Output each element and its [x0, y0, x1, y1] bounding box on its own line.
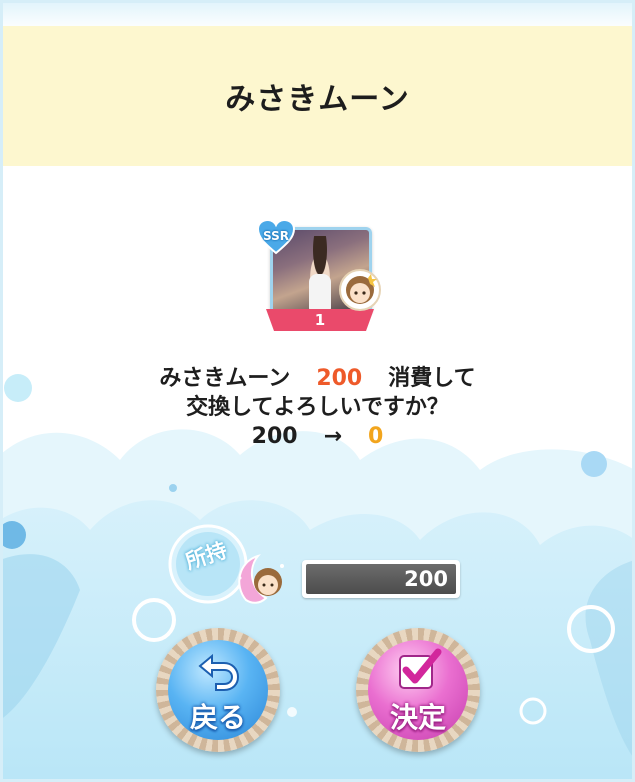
owned-amount-background: 200 — [306, 564, 456, 594]
confirmation-message: みさきムーン 200 消費して 交換してよろしいですか？ 200 → 0 — [0, 364, 635, 451]
checkbox-icon — [399, 648, 442, 689]
return-arrow-icon — [198, 653, 240, 691]
chibi-character-icon — [338, 268, 382, 312]
message-item-name: みさきムーン — [159, 366, 291, 391]
message-after-value: 0 — [368, 424, 384, 449]
bubble — [581, 451, 607, 477]
back-button-label: 戻る — [189, 701, 246, 734]
confirm-button[interactable]: 決定 — [356, 628, 480, 752]
item-count: 1 — [314, 311, 326, 329]
confirm-button-label: 決定 — [389, 701, 446, 734]
rarity-label: SSR — [263, 229, 289, 243]
ssr-heart-icon: SSR — [256, 218, 296, 255]
arrow-icon: → — [323, 424, 343, 449]
bubble — [169, 484, 177, 492]
message-cost: 200 — [316, 366, 363, 391]
bubble — [287, 707, 297, 717]
back-button[interactable]: 戻る — [156, 628, 280, 752]
moon-chibi-icon — [232, 548, 294, 608]
owned-amount-field: 200 — [302, 560, 460, 598]
message-consume: 消費して — [388, 366, 476, 391]
message-line-1: みさきムーン 200 消費して — [0, 364, 635, 393]
owned-amount-value: 200 — [404, 567, 448, 591]
exchange-dialog: みさきムーン 1 SSR みさきムーン 200 消費して 交換してよろしいですか… — [0, 0, 635, 782]
message-line-3: 200 → 0 — [0, 422, 635, 451]
message-question: 交換してよろしいですか？ — [186, 395, 449, 420]
message-before-value: 200 — [251, 424, 298, 449]
